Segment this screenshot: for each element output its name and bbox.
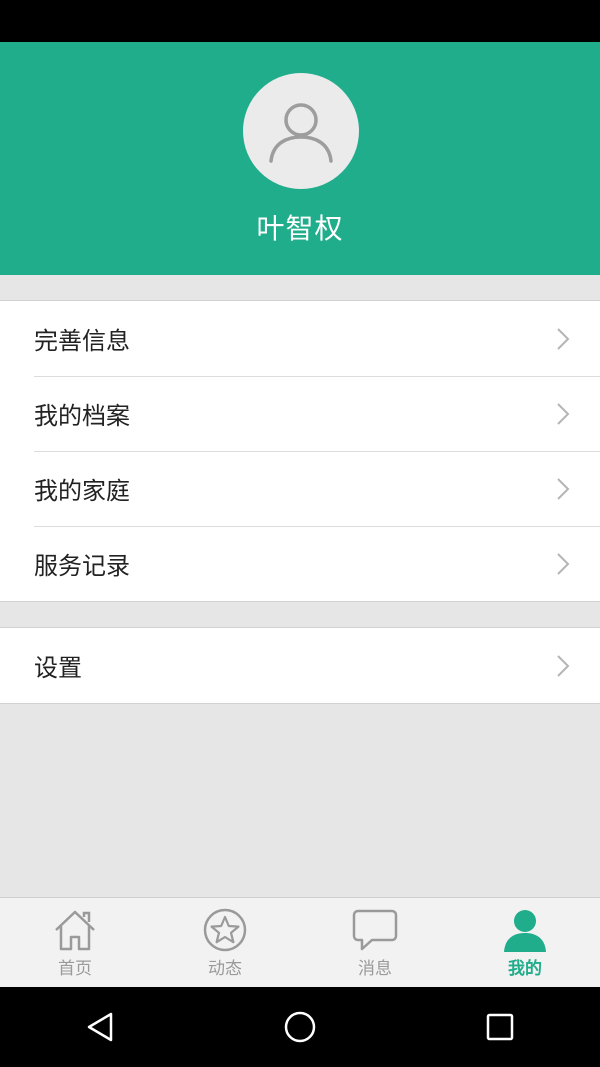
back-button[interactable] (70, 997, 130, 1057)
profile-header: 叶智权 (0, 42, 600, 275)
bottom-tab-bar: 首页 动态 消息 我的 (0, 897, 600, 988)
menu-group-settings: 设置 (0, 627, 600, 704)
chevron-right-icon (557, 477, 570, 500)
tab-messages[interactable]: 消息 (300, 898, 450, 988)
recents-button[interactable] (470, 997, 530, 1057)
menu-item-my-archive[interactable]: 我的档案 (0, 376, 600, 451)
chat-icon (352, 909, 398, 951)
tab-label: 我的 (508, 959, 542, 979)
avatar[interactable] (243, 73, 359, 189)
menu-item-label: 完善信息 (34, 327, 130, 355)
menu-item-label: 服务记录 (34, 552, 130, 580)
tab-label: 动态 (208, 959, 242, 979)
home-button[interactable] (270, 997, 330, 1057)
menu-item-service-records[interactable]: 服务记录 (0, 526, 600, 601)
menu-item-settings[interactable]: 设置 (0, 628, 600, 703)
tab-label: 首页 (58, 959, 92, 979)
recents-square-icon (486, 1013, 514, 1041)
tab-home[interactable]: 首页 (0, 898, 150, 988)
home-circle-icon (284, 1011, 316, 1043)
menu-item-label: 设置 (34, 654, 82, 682)
system-nav-bar (0, 987, 600, 1067)
tab-mine[interactable]: 我的 (450, 898, 600, 988)
menu-item-label: 我的家庭 (34, 477, 130, 505)
chevron-right-icon (557, 552, 570, 575)
person-outline-icon (269, 103, 333, 163)
status-bar (0, 0, 600, 42)
tab-label: 消息 (358, 959, 392, 979)
chevron-right-icon (557, 654, 570, 677)
menu-group-profile: 完善信息 我的档案 我的家庭 服务记录 (0, 300, 600, 602)
tab-feed[interactable]: 动态 (150, 898, 300, 988)
chevron-right-icon (557, 327, 570, 350)
menu-item-complete-info[interactable]: 完善信息 (0, 301, 600, 376)
star-icon (203, 908, 247, 952)
username: 叶智权 (256, 212, 344, 245)
menu-item-label: 我的档案 (34, 402, 130, 430)
home-icon (55, 910, 95, 951)
person-icon (504, 910, 546, 952)
back-triangle-icon (87, 1012, 113, 1042)
menu-item-my-family[interactable]: 我的家庭 (0, 451, 600, 526)
chevron-right-icon (557, 402, 570, 425)
